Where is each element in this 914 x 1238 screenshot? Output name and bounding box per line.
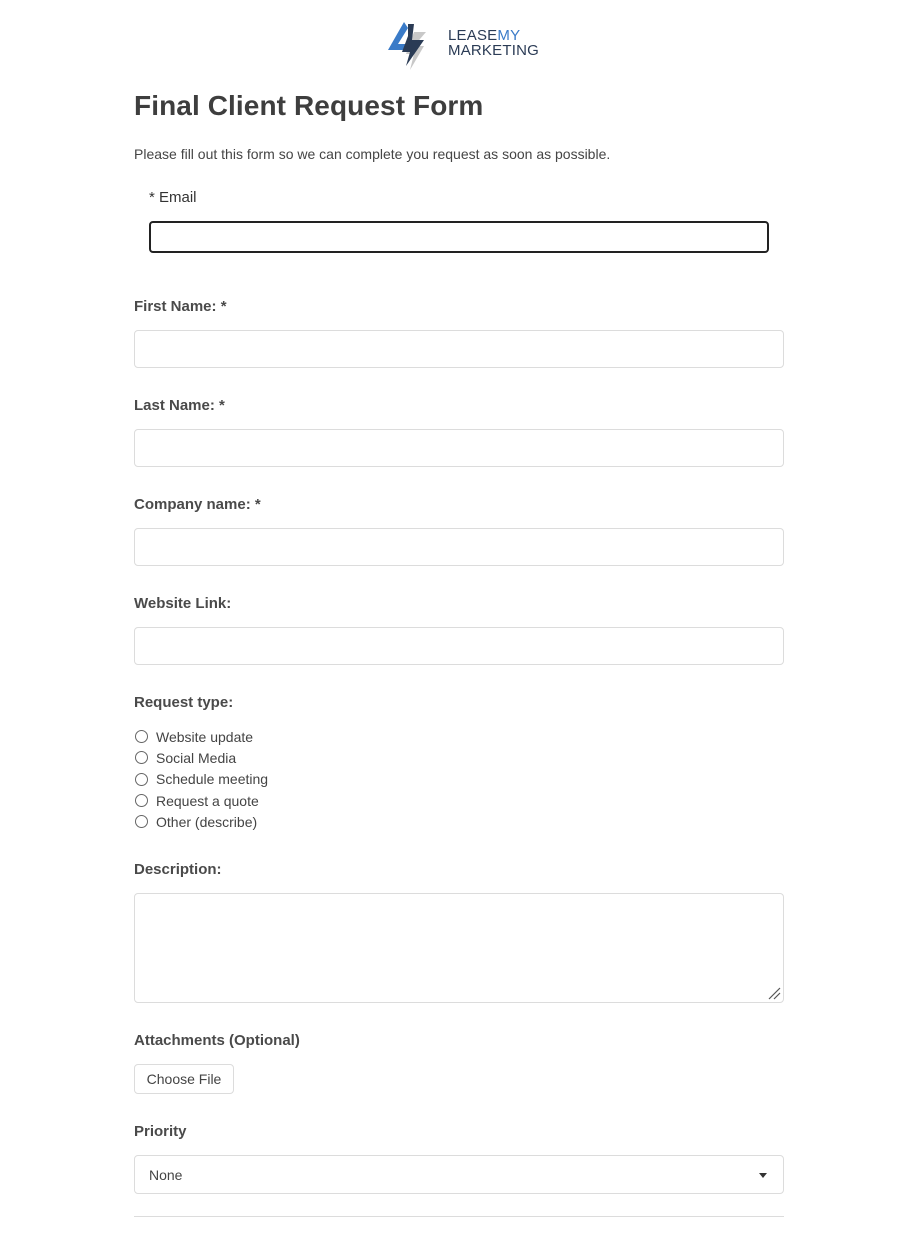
chevron-down-icon (759, 1173, 767, 1178)
form-divider (134, 1216, 784, 1217)
choose-file-button[interactable]: Choose File (134, 1064, 234, 1094)
attachments-label: Attachments (Optional) (134, 1032, 300, 1049)
first-name-label: First Name: * (134, 298, 227, 315)
email-label: * Email (149, 189, 197, 206)
last-name-input[interactable] (134, 429, 784, 467)
company-name-label: Company name: * (134, 496, 261, 513)
radio-option-request-quote[interactable]: Request a quote (134, 790, 268, 811)
company-name-input[interactable] (134, 528, 784, 566)
radio-option-website-update[interactable]: Website update (134, 726, 268, 747)
lightning-logo-icon (388, 22, 426, 70)
request-type-label: Request type: (134, 694, 234, 711)
radio-label: Request a quote (156, 792, 259, 809)
brand-name: LEASEMY MARKETING (448, 28, 539, 58)
first-name-input[interactable] (134, 330, 784, 368)
resize-grip-icon[interactable] (767, 986, 781, 1000)
page-title: Final Client Request Form (134, 90, 484, 121)
request-type-radio-group: Website update Social Media Schedule mee… (134, 726, 268, 832)
priority-label: Priority (134, 1123, 187, 1140)
brand-name-line2: MARKETING (448, 42, 539, 59)
radio-button[interactable] (135, 815, 148, 829)
radio-label: Website update (156, 728, 254, 745)
brand-logo: LEASEMY MARKETING (384, 20, 539, 72)
email-input[interactable] (149, 221, 769, 253)
website-link-input[interactable] (134, 627, 784, 665)
last-name-label: Last Name: * (134, 397, 225, 414)
radio-button[interactable] (135, 730, 148, 744)
priority-select[interactable]: None (134, 1155, 784, 1194)
radio-button[interactable] (135, 794, 148, 808)
radio-button[interactable] (135, 772, 148, 786)
description-label: Description: (134, 861, 222, 878)
radio-option-social-media[interactable]: Social Media (134, 747, 268, 768)
form-intro: Please fill out this form so we can comp… (134, 146, 611, 162)
radio-button[interactable] (135, 751, 148, 765)
description-textarea[interactable] (134, 893, 784, 1003)
radio-label: Social Media (156, 749, 237, 766)
website-link-label: Website Link: (134, 595, 232, 612)
radio-label: Schedule meeting (156, 771, 269, 788)
radio-label: Other (describe) (156, 813, 258, 830)
priority-selected-value: None (149, 1166, 183, 1183)
radio-option-other[interactable]: Other (describe) (134, 811, 268, 832)
radio-option-schedule-meeting[interactable]: Schedule meeting (134, 769, 268, 790)
